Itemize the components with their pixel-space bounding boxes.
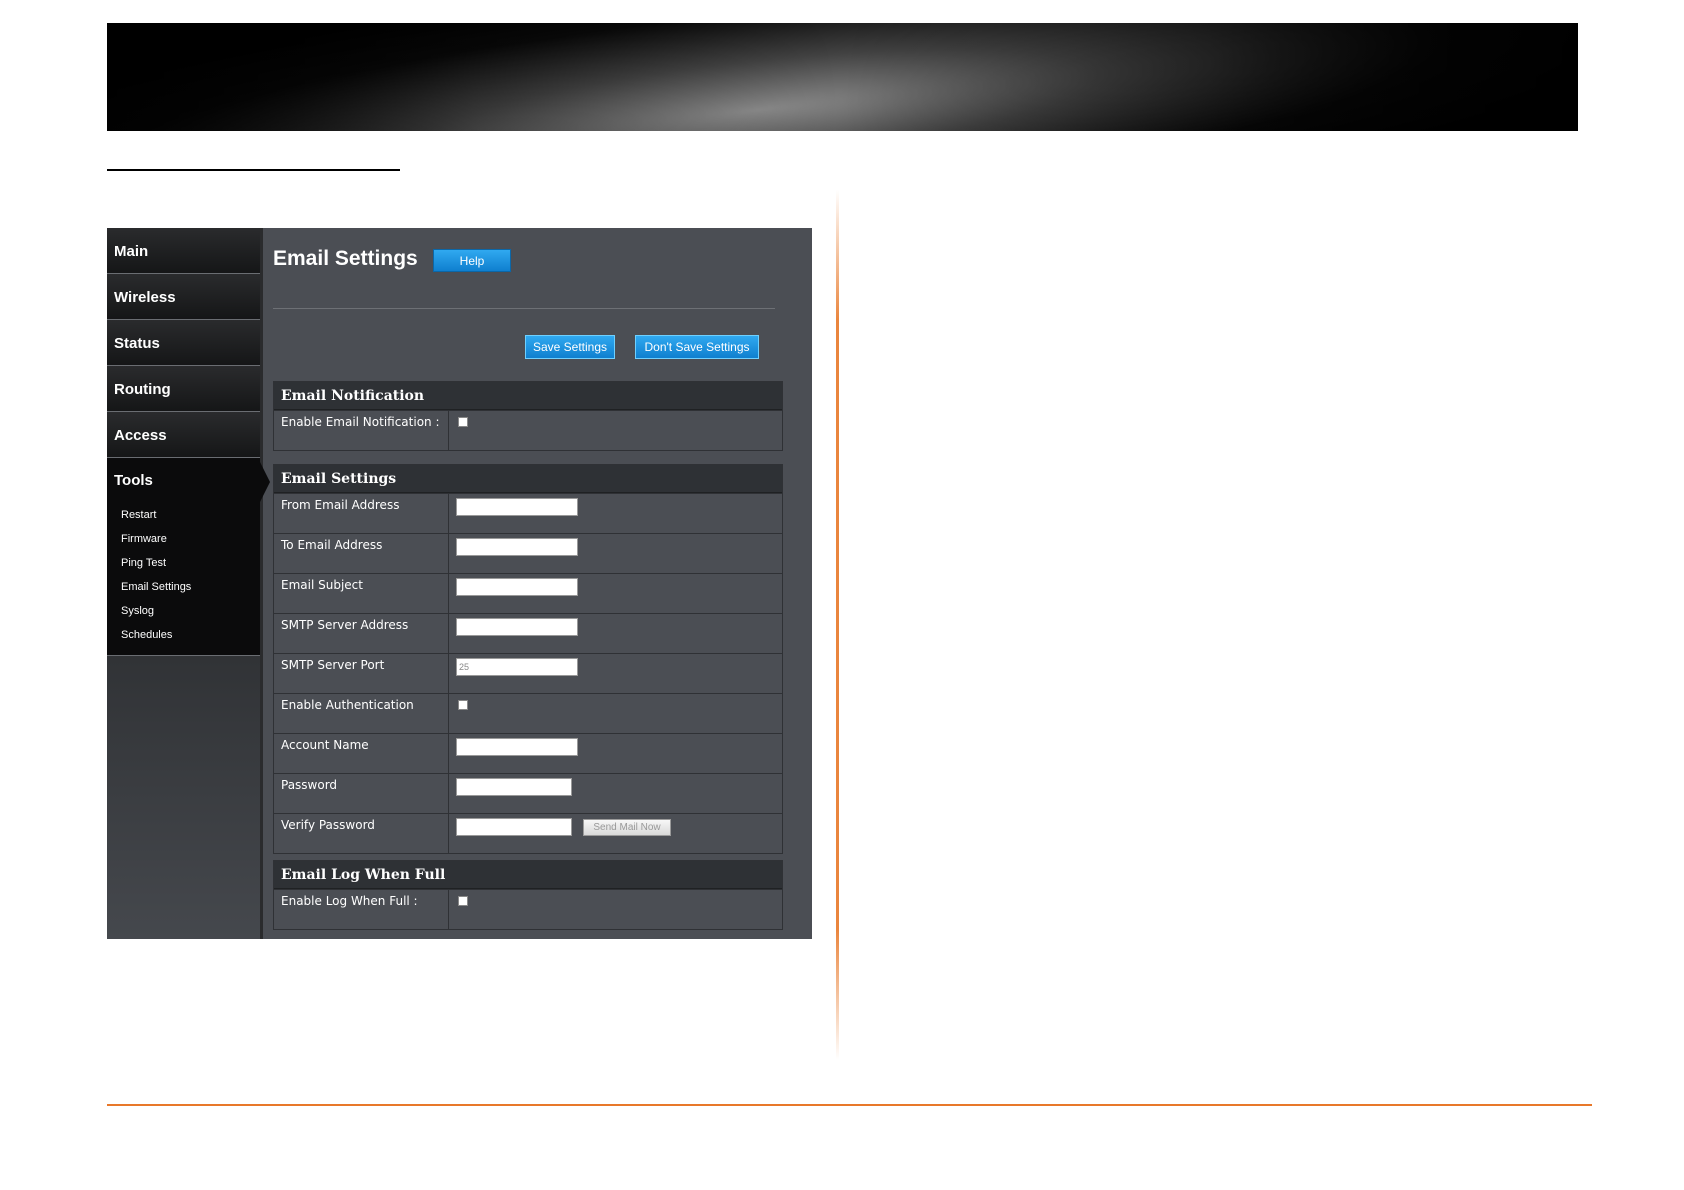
help-button[interactable]: Help bbox=[433, 249, 511, 272]
tools-submenu: Restart Firmware Ping Test Email Setting… bbox=[121, 509, 191, 653]
from-email-input[interactable] bbox=[456, 498, 578, 516]
active-pointer bbox=[260, 462, 270, 502]
smtp-server-address-input[interactable] bbox=[456, 618, 578, 636]
email-log-when-full-section: Email Log When Full Enable Log When Full… bbox=[273, 860, 783, 930]
form-row: From Email Address bbox=[274, 493, 782, 533]
sidebar-item-routing[interactable]: Routing bbox=[107, 366, 260, 412]
sidebar: Main Wireless Status Routing Access Tool… bbox=[107, 228, 270, 939]
column-divider bbox=[836, 190, 839, 1060]
section-header: Email Log When Full bbox=[274, 861, 782, 889]
form-row: Verify Password Send Mail Now bbox=[274, 813, 782, 853]
to-email-input[interactable] bbox=[456, 538, 578, 556]
field-label: Password bbox=[274, 774, 449, 813]
password-input[interactable] bbox=[456, 778, 572, 796]
subnav-schedules[interactable]: Schedules bbox=[121, 629, 191, 653]
field-label: Enable Authentication bbox=[274, 694, 449, 733]
sidebar-item-access[interactable]: Access bbox=[107, 412, 260, 458]
page-title: Email Settings bbox=[273, 247, 418, 270]
sidebar-item-label: Tools bbox=[114, 472, 153, 489]
form-row: Enable Authentication bbox=[274, 693, 782, 733]
account-name-input[interactable] bbox=[456, 738, 578, 756]
main-content: Email Settings Help Save Settings Don't … bbox=[273, 228, 803, 939]
sidebar-item-main[interactable]: Main bbox=[107, 228, 260, 274]
section-header: Email Notification bbox=[274, 382, 782, 410]
router-screenshot: Main Wireless Status Routing Access Tool… bbox=[107, 228, 812, 939]
subnav-ping-test[interactable]: Ping Test bbox=[121, 557, 191, 581]
sidebar-item-status[interactable]: Status bbox=[107, 320, 260, 366]
send-mail-now-button[interactable]: Send Mail Now bbox=[583, 819, 671, 836]
enable-authentication-checkbox[interactable] bbox=[458, 700, 468, 710]
form-row: Enable Email Notification : bbox=[274, 410, 782, 450]
form-row: Enable Log When Full : bbox=[274, 889, 782, 929]
form-row: Email Subject bbox=[274, 573, 782, 613]
field-label: To Email Address bbox=[274, 534, 449, 573]
smtp-server-port-input[interactable]: 25 bbox=[456, 658, 578, 676]
field-label: SMTP Server Address bbox=[274, 614, 449, 653]
field-label: Verify Password bbox=[274, 814, 449, 853]
field-label: SMTP Server Port bbox=[274, 654, 449, 693]
field-label: Enable Log When Full : bbox=[274, 890, 449, 929]
title-underline bbox=[107, 169, 400, 171]
footer-rule bbox=[107, 1104, 1592, 1106]
sidebar-item-label: Main bbox=[114, 243, 149, 260]
subnav-firmware[interactable]: Firmware bbox=[121, 533, 191, 557]
sidebar-item-label: Access bbox=[114, 427, 167, 444]
field-label: Account Name bbox=[274, 734, 449, 773]
sidebar-item-wireless[interactable]: Wireless bbox=[107, 274, 260, 320]
sidebar-item-label: Status bbox=[114, 335, 160, 352]
email-settings-section: Email Settings From Email Address To Ema… bbox=[273, 464, 783, 854]
sidebar-item-label: Routing bbox=[114, 381, 171, 398]
form-row: SMTP Server Address bbox=[274, 613, 782, 653]
enable-email-notification-checkbox[interactable] bbox=[458, 417, 468, 427]
subnav-restart[interactable]: Restart bbox=[121, 509, 191, 533]
form-row: Password bbox=[274, 773, 782, 813]
section-header: Email Settings bbox=[274, 465, 782, 493]
subnav-email-settings[interactable]: Email Settings bbox=[121, 581, 191, 605]
enable-log-when-full-checkbox[interactable] bbox=[458, 896, 468, 906]
sidebar-item-tools[interactable]: Tools Restart Firmware Ping Test Email S… bbox=[107, 458, 270, 656]
verify-password-input[interactable] bbox=[456, 818, 572, 836]
field-label: Enable Email Notification : bbox=[274, 411, 449, 450]
email-subject-input[interactable] bbox=[456, 578, 578, 596]
field-label: Email Subject bbox=[274, 574, 449, 613]
form-row: SMTP Server Port 25 bbox=[274, 653, 782, 693]
header-banner bbox=[107, 23, 1578, 131]
subnav-syslog[interactable]: Syslog bbox=[121, 605, 191, 629]
email-notification-section: Email Notification Enable Email Notifica… bbox=[273, 381, 783, 451]
dont-save-settings-button[interactable]: Don't Save Settings bbox=[635, 335, 759, 359]
sidebar-item-label: Wireless bbox=[114, 289, 176, 306]
form-row: To Email Address bbox=[274, 533, 782, 573]
divider bbox=[273, 308, 775, 309]
save-settings-button[interactable]: Save Settings bbox=[525, 335, 615, 359]
form-row: Account Name bbox=[274, 733, 782, 773]
field-label: From Email Address bbox=[274, 494, 449, 533]
